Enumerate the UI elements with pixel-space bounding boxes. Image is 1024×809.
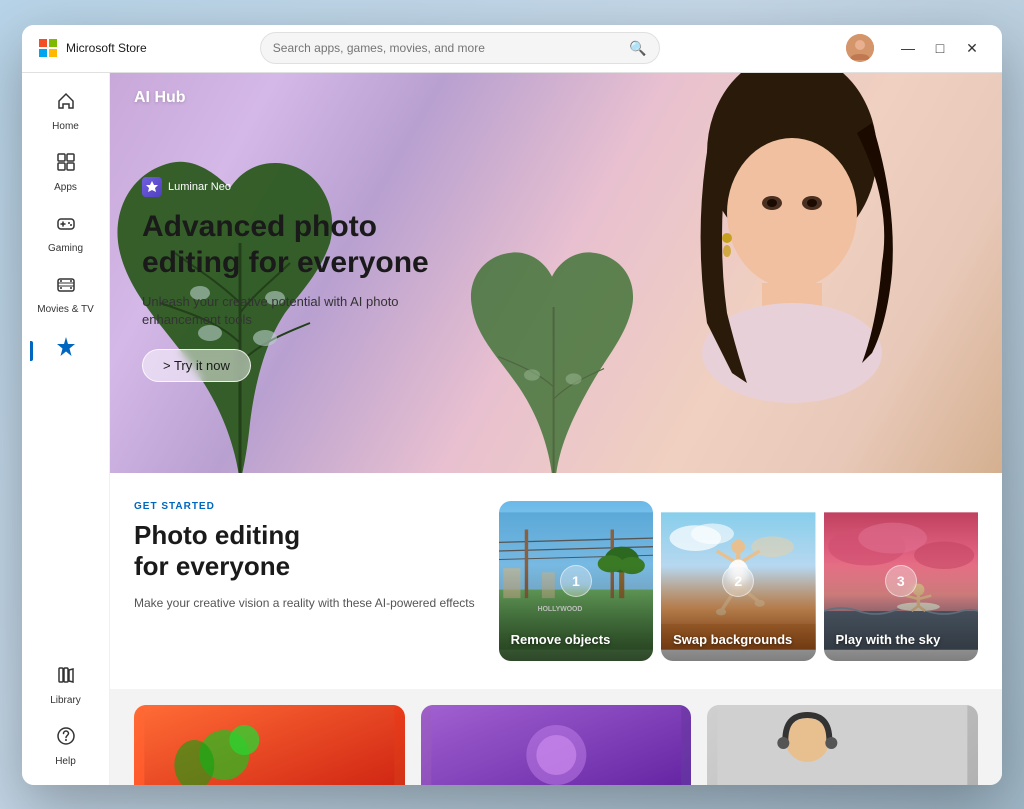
bottom-card1-content	[134, 705, 405, 785]
feature-card-2[interactable]: 2 Swap backgrounds	[661, 501, 815, 661]
sidebar-label-movies: Movies & TV	[37, 304, 94, 315]
apps-icon	[56, 152, 76, 178]
bottom-card2-content	[421, 705, 692, 785]
card3-label: Play with the sky	[836, 632, 941, 649]
close-button[interactable]: ✕	[958, 34, 986, 62]
store-logo	[38, 38, 58, 58]
app-name: Luminar Neo	[168, 181, 231, 193]
feature-card-3[interactable]: 3 Play with the sky	[824, 501, 978, 661]
features-section: GET STARTED Photo editing for everyone M…	[110, 473, 1002, 689]
titlebar: Microsoft Store 🔍 — □ ✕	[22, 25, 1002, 73]
sidebar-label-help: Help	[55, 756, 76, 767]
sidebar-item-gaming[interactable]: Gaming	[30, 205, 101, 262]
sidebar-label-home: Home	[52, 121, 79, 132]
feature-cards-container: HOLLYWOOD 1 Remove objects	[499, 501, 978, 661]
bottom-card-3[interactable]	[707, 705, 978, 785]
card2-label: Swap backgrounds	[673, 632, 792, 649]
home-icon	[56, 91, 76, 117]
try-it-button[interactable]: > Try it now	[142, 349, 251, 382]
card2-number: 2	[722, 565, 754, 597]
app-window: Microsoft Store 🔍 — □ ✕	[22, 25, 1002, 785]
titlebar-actions: — □ ✕	[846, 34, 986, 62]
active-indicator	[30, 341, 33, 361]
sidebar-item-home[interactable]: Home	[30, 83, 101, 140]
bottom-card-2[interactable]	[421, 705, 692, 785]
window-controls: — □ ✕	[894, 34, 986, 62]
hero-content: AI Hub Luminar Neo Advanced photo editin…	[110, 73, 1002, 473]
card1-number: 1	[560, 565, 592, 597]
sidebar-item-library[interactable]: Library	[30, 657, 101, 714]
sidebar-label-apps: Apps	[54, 182, 77, 193]
content-area: AI Hub Luminar Neo Advanced photo editin…	[110, 73, 1002, 785]
search-input[interactable]	[273, 41, 626, 55]
avatar[interactable]	[846, 34, 874, 62]
sidebar-item-help[interactable]: Help	[30, 718, 101, 775]
sidebar: Home Apps	[22, 73, 110, 785]
sidebar-label-gaming: Gaming	[48, 243, 83, 254]
features-description: Make your creative vision a reality with…	[134, 594, 475, 612]
features-intro: GET STARTED Photo editing for everyone M…	[134, 501, 475, 661]
bottom-previews	[110, 689, 1002, 785]
maximize-button[interactable]: □	[926, 34, 954, 62]
sidebar-item-apps[interactable]: Apps	[30, 144, 101, 201]
sidebar-item-movies[interactable]: Movies & TV	[30, 266, 101, 323]
main-layout: Home Apps	[22, 73, 1002, 785]
sidebar-item-ai[interactable]	[30, 327, 101, 375]
ai-icon	[55, 335, 77, 363]
hero-subtitle: Unleash your creative potential with AI …	[142, 293, 442, 329]
hero-title: Advanced photo editing for everyone	[142, 209, 502, 281]
feature-card-1[interactable]: HOLLYWOOD 1 Remove objects	[499, 501, 653, 661]
hero-app-badge: Luminar Neo	[142, 177, 970, 197]
features-tag: GET STARTED	[134, 501, 475, 512]
app-title: Microsoft Store	[66, 41, 147, 55]
search-bar[interactable]: 🔍	[260, 32, 660, 64]
gaming-icon	[56, 213, 76, 239]
movies-icon	[56, 274, 76, 300]
features-title: Photo editing for everyone	[134, 520, 475, 582]
search-icon: 🔍	[629, 40, 646, 57]
card3-number: 3	[885, 565, 917, 597]
card1-label: Remove objects	[511, 632, 611, 649]
hero-section-label: AI Hub	[134, 89, 186, 107]
bottom-card-1[interactable]	[134, 705, 405, 785]
hero-section: AI Hub Luminar Neo Advanced photo editin…	[110, 73, 1002, 473]
bottom-card3-content	[707, 705, 978, 785]
library-icon	[56, 665, 76, 691]
help-icon	[56, 726, 76, 752]
sidebar-label-library: Library	[50, 695, 81, 706]
minimize-button[interactable]: —	[894, 34, 922, 62]
luminar-icon	[142, 177, 162, 197]
